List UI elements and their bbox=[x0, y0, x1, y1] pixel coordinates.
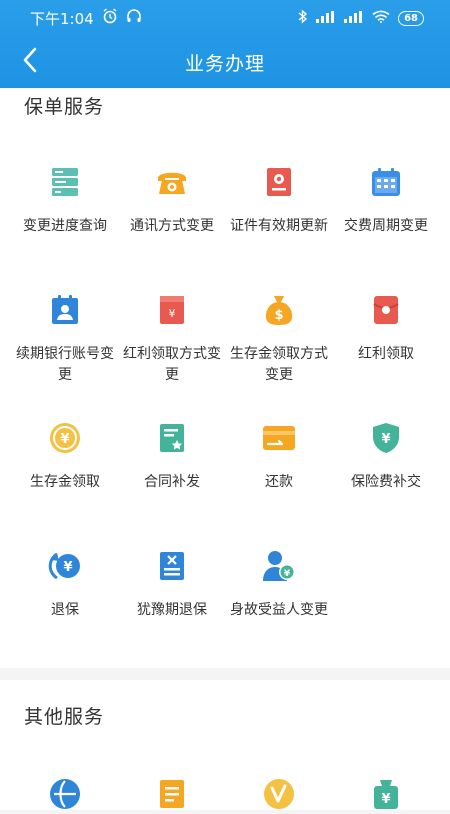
calendar-icon bbox=[366, 162, 406, 202]
cooling-off-surrender-icon bbox=[152, 546, 192, 586]
headset-icon bbox=[126, 8, 142, 28]
status-time: 下午1:04 bbox=[30, 9, 94, 28]
service-item-surrender[interactable]: ¥ 退保 bbox=[9, 546, 121, 621]
service-label: 生存金领取方式变更 bbox=[230, 346, 328, 383]
service-item-dividend-claim[interactable]: 红利领取 bbox=[330, 290, 442, 365]
service-label: 生存金领取 bbox=[30, 474, 100, 490]
service-label: 续期银行账号变更 bbox=[16, 346, 114, 383]
other-service-item[interactable] bbox=[9, 774, 121, 814]
service-label: 变更进度查询 bbox=[23, 218, 107, 234]
signal-icon bbox=[316, 9, 336, 27]
beneficiary-change-icon: ¥ bbox=[259, 546, 299, 586]
svg-text:¥: ¥ bbox=[63, 560, 72, 575]
navigation-bar: 业务办理 bbox=[0, 36, 450, 88]
signal-icon bbox=[344, 9, 364, 27]
service-item-survival-method[interactable]: $ 生存金领取方式变更 bbox=[223, 290, 335, 386]
battery-indicator: 68 bbox=[398, 10, 424, 26]
section-title: 保单服务 bbox=[24, 96, 105, 118]
surrender-refund-icon: ¥ bbox=[45, 546, 85, 586]
service-label: 证件有效期更新 bbox=[230, 218, 328, 234]
service-item-payment-cycle[interactable]: 交费周期变更 bbox=[330, 162, 442, 237]
id-document-icon bbox=[259, 162, 299, 202]
other-service-item[interactable] bbox=[223, 774, 335, 814]
service-label: 红利领取 bbox=[358, 346, 414, 362]
service-item-premium-makeup[interactable]: ¥ 保险费补交 bbox=[330, 418, 442, 493]
service-label: 犹豫期退保 bbox=[137, 602, 207, 618]
dividend-method-icon: ¥ bbox=[152, 290, 192, 330]
service-item-progress-query[interactable]: 变更进度查询 bbox=[9, 162, 121, 237]
red-envelope-icon bbox=[366, 290, 406, 330]
vip-coin-icon bbox=[259, 774, 299, 814]
bluetooth-icon bbox=[298, 8, 308, 28]
service-item-id-renewal[interactable]: 证件有效期更新 bbox=[223, 162, 335, 237]
service-label: 合同补发 bbox=[144, 474, 200, 490]
policy-services-card: 保单服务 变更进度查询 通讯方式变更 证件有效期更新 交费周期变更 续期银行账号… bbox=[0, 88, 450, 668]
service-label: 还款 bbox=[265, 474, 293, 490]
service-label: 身故受益人变更 bbox=[230, 602, 328, 618]
svg-text:¥: ¥ bbox=[284, 569, 291, 579]
shield-yuan-icon: ¥ bbox=[366, 418, 406, 458]
service-item-dividend-method[interactable]: ¥ 红利领取方式变更 bbox=[116, 290, 228, 386]
other-service-item[interactable]: ¥ bbox=[330, 774, 442, 814]
chevron-left-icon bbox=[22, 47, 38, 77]
globe-icon bbox=[45, 774, 85, 814]
service-label: 保险费补交 bbox=[351, 474, 421, 490]
svg-text:¥: ¥ bbox=[169, 307, 176, 320]
yuan-bag-icon: ¥ bbox=[366, 774, 406, 814]
document-icon bbox=[152, 774, 192, 814]
alarm-icon bbox=[102, 8, 118, 28]
service-label: 通讯方式变更 bbox=[130, 218, 214, 234]
service-item-contact-change[interactable]: 通讯方式变更 bbox=[116, 162, 228, 237]
section-title: 其他服务 bbox=[24, 706, 105, 728]
contract-reissue-icon bbox=[152, 418, 192, 458]
svg-text:$: $ bbox=[274, 308, 283, 323]
telephone-icon bbox=[152, 162, 192, 202]
service-item-survival-claim[interactable]: ¥ 生存金领取 bbox=[9, 418, 121, 493]
yuan-coin-icon: ¥ bbox=[45, 418, 85, 458]
service-label: 红利领取方式变更 bbox=[123, 346, 221, 383]
service-item-beneficiary-change[interactable]: ¥ 身故受益人变更 bbox=[223, 546, 335, 621]
other-services-card: 其他服务 ¥ bbox=[0, 680, 450, 810]
service-item-bank-account-change[interactable]: 续期银行账号变更 bbox=[9, 290, 121, 386]
service-item-cooling-off-surrender[interactable]: 犹豫期退保 bbox=[116, 546, 228, 621]
service-label: 退保 bbox=[51, 602, 79, 618]
back-button[interactable] bbox=[10, 42, 50, 82]
svg-text:¥: ¥ bbox=[381, 432, 390, 447]
service-item-contract-reissue[interactable]: 合同补发 bbox=[116, 418, 228, 493]
repayment-card-icon bbox=[259, 418, 299, 458]
service-item-repayment[interactable]: 还款 bbox=[223, 418, 335, 493]
header-bar: 下午1:04 68 业务办理 bbox=[0, 0, 450, 88]
money-bag-icon: $ bbox=[259, 290, 299, 330]
wifi-icon bbox=[372, 9, 390, 27]
status-bar: 下午1:04 68 bbox=[0, 0, 450, 36]
other-service-item[interactable] bbox=[116, 774, 228, 814]
svg-text:¥: ¥ bbox=[60, 432, 69, 447]
service-label: 交费周期变更 bbox=[344, 218, 428, 234]
page-title: 业务办理 bbox=[184, 52, 265, 75]
progress-list-icon bbox=[45, 162, 85, 202]
bank-account-card-icon bbox=[45, 290, 85, 330]
